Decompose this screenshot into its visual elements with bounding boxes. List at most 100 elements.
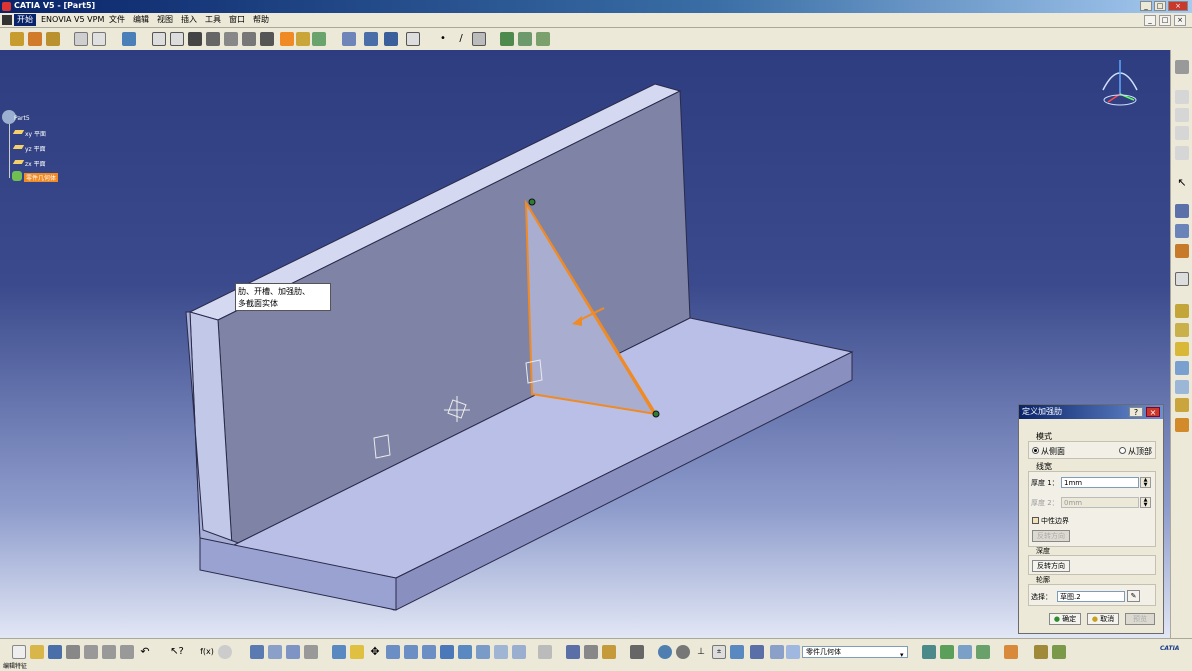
ok-button[interactable]: ● 确定 — [1049, 613, 1081, 625]
depth-reverse-direction-button[interactable]: 反转方向 — [1032, 560, 1070, 572]
tool-icon-a[interactable] — [1175, 90, 1189, 104]
dialog-close-button[interactable]: × — [1146, 407, 1160, 417]
apply-material-icon[interactable] — [536, 32, 550, 46]
tree-part-body-selected[interactable]: 零件几何体 — [24, 173, 59, 182]
grid-icon[interactable] — [676, 645, 690, 659]
sketch-icon[interactable] — [74, 32, 88, 46]
zoom-in-icon[interactable] — [386, 645, 400, 659]
boolean-icon[interactable] — [342, 32, 356, 46]
sew-surface-icon[interactable] — [1175, 398, 1189, 412]
snap-icon[interactable] — [512, 645, 526, 659]
sketch-analysis-icon[interactable] — [584, 645, 598, 659]
doc-maximize-button[interactable]: □ — [1159, 15, 1171, 26]
boolean-remove-icon[interactable] — [958, 645, 972, 659]
menu-enovia[interactable]: ENOVIA V5 VPM — [38, 14, 107, 26]
thickness2-spinner[interactable]: ▲ ▼ — [1140, 497, 1151, 508]
3d-viewport[interactable]: Part5 xy 平面 yz 平面 zx 平面 零件几何体 — [0, 50, 1170, 638]
menu-tools[interactable]: 工具 — [202, 14, 224, 26]
paste-icon[interactable] — [120, 645, 134, 659]
undo-icon[interactable]: ↶ — [138, 645, 152, 659]
model-canvas[interactable] — [0, 50, 1170, 638]
stiffener-icon[interactable] — [280, 32, 294, 46]
multi-section-icon[interactable] — [224, 32, 238, 46]
constraint-icon[interactable] — [406, 32, 420, 46]
rotate-icon[interactable]: ✥ — [368, 645, 382, 659]
light-icon[interactable] — [602, 645, 616, 659]
tree-zx-plane[interactable]: zx 平面 — [25, 159, 46, 168]
swap-visible-icon[interactable] — [494, 645, 508, 659]
zoom-out-icon[interactable] — [404, 645, 418, 659]
from-side-radio[interactable] — [1032, 447, 1039, 454]
material-icon[interactable] — [730, 645, 744, 659]
catia-app-icon[interactable] — [2, 2, 11, 11]
hole-icon[interactable] — [152, 32, 166, 46]
positioned-sketch-icon[interactable] — [92, 32, 106, 46]
annotation-icon[interactable] — [1034, 645, 1048, 659]
doc-close-button[interactable]: × — [1174, 15, 1186, 26]
formula-icon[interactable]: f(x) — [200, 645, 214, 659]
split-icon[interactable] — [1175, 342, 1189, 356]
plane-icon[interactable] — [472, 32, 486, 46]
edge-fillet-icon[interactable] — [260, 32, 274, 46]
sketch-plane-icon[interactable] — [122, 32, 136, 46]
combo-chevron-down-icon[interactable]: ▾ — [900, 651, 904, 659]
new-file-icon[interactable] — [12, 645, 26, 659]
rib-icon[interactable] — [188, 32, 202, 46]
menu-start[interactable]: 开始 — [14, 14, 36, 26]
table-icon[interactable] — [250, 645, 264, 659]
measure-icon[interactable] — [518, 32, 532, 46]
profile-endpoint-bottom[interactable] — [652, 410, 660, 418]
copy-icon[interactable] — [102, 645, 116, 659]
document-icon[interactable] — [2, 15, 12, 25]
reverse-direction-button-disabled[interactable]: 反转方向 — [1032, 530, 1070, 542]
tool-icon-d[interactable] — [1175, 146, 1189, 160]
macro-icon[interactable] — [304, 645, 318, 659]
close-surface-icon[interactable] — [1175, 380, 1189, 394]
tree-yz-plane[interactable]: yz 平面 — [25, 144, 46, 153]
analysis-icon[interactable] — [1175, 224, 1189, 238]
layer-icon[interactable] — [750, 645, 764, 659]
thick-surface-icon[interactable] — [1175, 361, 1189, 375]
boolean-add-icon[interactable] — [940, 645, 954, 659]
update-icon[interactable] — [538, 645, 552, 659]
pattern-icon[interactable] — [384, 32, 398, 46]
thickness2-input[interactable]: 0mm — [1061, 497, 1139, 508]
chamfer-icon[interactable] — [296, 32, 310, 46]
body-combo[interactable]: 零件几何体 — [802, 646, 908, 658]
open-file-icon[interactable] — [30, 645, 44, 659]
sketch-edit-icon[interactable]: ✎ — [1127, 590, 1140, 602]
draft-analysis-icon[interactable] — [1175, 244, 1189, 258]
neutral-fiber-checkbox[interactable] — [1032, 517, 1039, 524]
from-side-label[interactable]: 从侧面 — [1041, 446, 1065, 457]
from-top-radio[interactable] — [1119, 447, 1126, 454]
tree-xy-plane[interactable]: xy 平面 — [25, 129, 46, 138]
lock-icon[interactable] — [566, 645, 580, 659]
camera-icon[interactable] — [630, 645, 644, 659]
intersect-icon[interactable] — [976, 645, 990, 659]
pocket-icon[interactable] — [28, 32, 42, 46]
line-icon[interactable]: / — [454, 32, 468, 46]
menu-view[interactable]: 视图 — [154, 14, 176, 26]
iso-view-icon[interactable] — [440, 645, 454, 659]
refresh-icon[interactable] — [658, 645, 672, 659]
mean-dimension-icon[interactable] — [1175, 204, 1189, 218]
menu-window[interactable]: 窗口 — [226, 14, 248, 26]
maximize-button[interactable]: □ — [1154, 1, 1166, 11]
menu-insert[interactable]: 插入 — [178, 14, 200, 26]
pan-icon[interactable] — [350, 645, 364, 659]
fly-mode-icon[interactable] — [500, 32, 514, 46]
thickness1-input[interactable]: 1mm — [1061, 477, 1139, 488]
comment-icon[interactable] — [218, 645, 232, 659]
neutral-fiber-label[interactable]: 中性边界 — [1041, 516, 1069, 526]
body-icon[interactable] — [786, 645, 800, 659]
point-icon[interactable]: • — [436, 32, 450, 46]
groove-icon[interactable] — [170, 32, 184, 46]
shading-icon[interactable] — [458, 645, 472, 659]
pad-icon[interactable] — [10, 32, 24, 46]
print-icon[interactable] — [66, 645, 80, 659]
edit-icon[interactable] — [1175, 272, 1189, 286]
tree-icon[interactable] — [268, 645, 282, 659]
select-cursor-icon[interactable]: ↖ — [1175, 176, 1189, 190]
normal-view-icon[interactable] — [422, 645, 436, 659]
axis-icon[interactable]: ⊥ — [694, 645, 708, 659]
